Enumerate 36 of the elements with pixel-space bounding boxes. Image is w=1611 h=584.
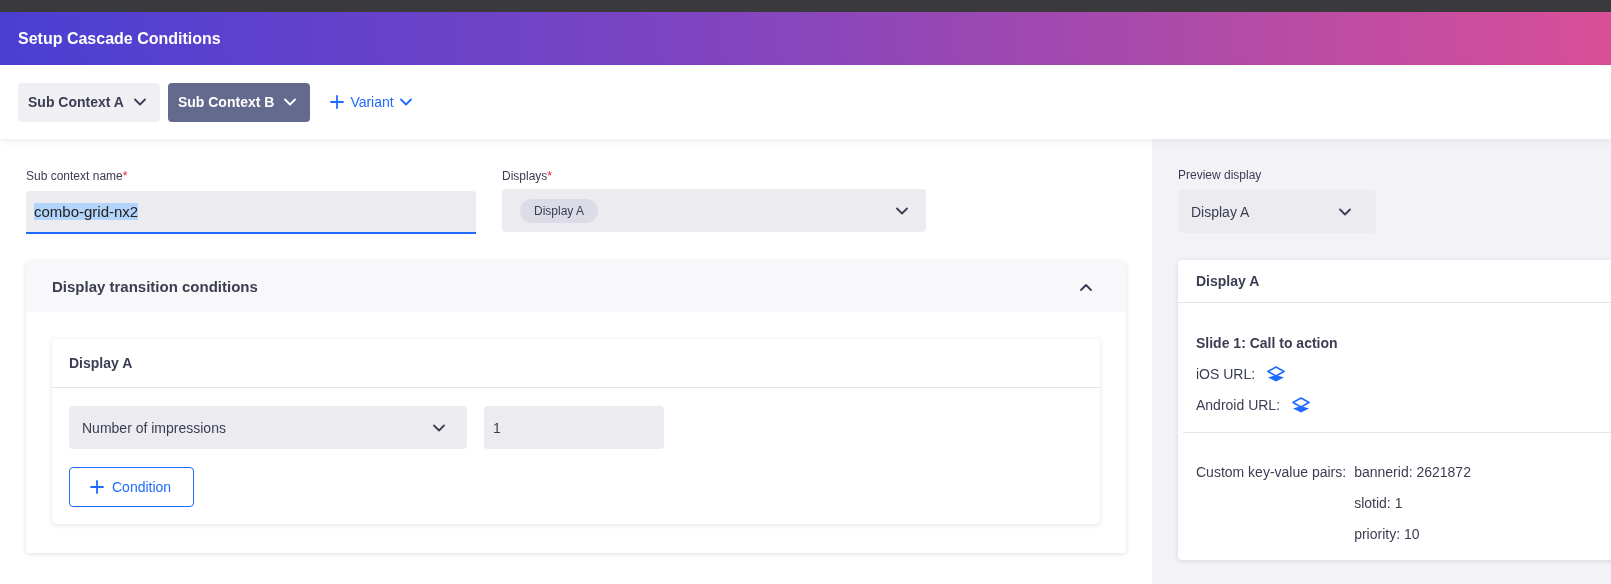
preview-display-select[interactable]: Display A — [1178, 190, 1376, 233]
plus-icon — [330, 95, 345, 109]
pairs-label: Custom key-value pairs: — [1196, 464, 1347, 482]
add-variant-button[interactable]: Variant — [320, 82, 422, 122]
panel-title: Display transition conditions — [52, 278, 258, 295]
name-input-field[interactable]: combo-grid-nx2 — [26, 191, 476, 234]
chevron-down-icon — [399, 98, 412, 106]
key-value-pair: priority: 10 — [1354, 526, 1421, 542]
chevron-down-icon — [1339, 207, 1351, 216]
panel-header[interactable]: Display transition conditions — [26, 261, 1126, 312]
layers-icon[interactable] — [1292, 397, 1311, 413]
key-value-pair: slotid: 1 — [1354, 495, 1404, 511]
page-title: Setup Cascade Conditions — [18, 29, 221, 48]
value-input-field[interactable]: 1 — [484, 406, 664, 449]
url-label: Android URL: — [1196, 397, 1281, 413]
slide-title: Slide 1: Call to action — [1196, 335, 1339, 351]
context-tab[interactable]: Sub Context A — [18, 82, 160, 122]
url-label: iOS URL: — [1196, 366, 1256, 382]
chevron-down-icon — [133, 98, 146, 106]
field-label: Sub context name* — [26, 169, 129, 183]
chevron-down-icon — [433, 423, 445, 432]
card-title: Display A — [69, 355, 133, 371]
display-chip: Display A — [520, 198, 599, 223]
card-title: Display A — [1196, 273, 1260, 289]
chevron-down-icon — [284, 98, 297, 106]
layers-icon[interactable] — [1267, 366, 1286, 382]
chevron-down-icon — [896, 206, 908, 215]
key-value-pair: bannerid: 2621872 — [1354, 464, 1471, 480]
context-tab[interactable]: Sub Context B — [167, 82, 311, 122]
chevron-up-icon — [1080, 282, 1092, 291]
plus-icon — [90, 480, 104, 494]
field-label: Preview display — [1178, 168, 1263, 182]
metric-select[interactable]: Number of impressions — [69, 406, 467, 449]
add-condition-button[interactable]: Condition — [69, 467, 195, 507]
displays-select[interactable]: Display A — [502, 189, 926, 232]
field-label: Displays* — [502, 169, 554, 183]
